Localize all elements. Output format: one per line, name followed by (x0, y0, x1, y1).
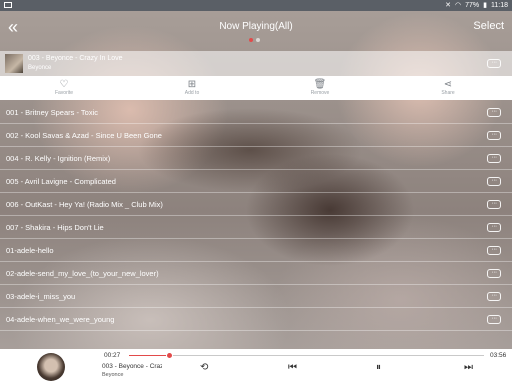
more-options-icon[interactable]: ··· (487, 108, 501, 117)
add-to-label: Add to (184, 90, 200, 96)
share-button[interactable]: ⋖ Share (384, 76, 512, 100)
page-title: Now Playing(All) (219, 21, 293, 32)
current-track-artist: Beyonce (28, 65, 52, 71)
more-options-icon[interactable]: ··· (487, 292, 501, 301)
track-label: 04-adele-when_we_were_young (6, 315, 115, 324)
track-label: 002 - Kool Savas & Azad - Since U Been G… (6, 131, 162, 140)
more-options-icon[interactable]: ··· (487, 315, 501, 324)
current-track-title: 003 - Beyonce - Crazy In Love (28, 55, 123, 62)
mini-player: 00:27 03:56 003 - Beyonce - Crazy In Lov… (0, 349, 512, 384)
list-item[interactable]: 006 - OutKast - Hey Ya! (Radio Mix _ Clu… (0, 193, 512, 216)
more-options-icon[interactable]: ··· (487, 59, 501, 68)
seek-progress (129, 355, 170, 356)
more-options-icon[interactable]: ··· (487, 154, 501, 163)
more-options-icon[interactable]: ··· (487, 269, 501, 278)
next-icon[interactable]: ⏭ (464, 362, 473, 373)
battery-percent: 77% (465, 1, 480, 9)
mute-icon: ✕ (445, 2, 452, 9)
album-thumbnail (5, 54, 23, 73)
track-label: 006 - OutKast - Hey Ya! (Radio Mix _ Clu… (6, 200, 163, 209)
track-label: 01-adele-hello (6, 246, 54, 255)
status-bar: ✕ ◠ 77% ▮ 11:18 (0, 0, 512, 11)
more-options-icon[interactable]: ··· (487, 246, 501, 255)
seek-bar[interactable] (129, 352, 484, 359)
list-item[interactable]: 01-adele-hello ··· (0, 239, 512, 262)
list-item[interactable]: 007 - Shakira - Hips Don't Lie ··· (0, 216, 512, 239)
page-indicator (249, 38, 260, 42)
more-options-icon[interactable]: ··· (487, 223, 501, 232)
clock: 11:18 (491, 1, 508, 9)
album-cover[interactable] (37, 353, 65, 381)
wifi-icon: ◠ (455, 2, 462, 9)
page-dot (256, 38, 260, 42)
pause-icon[interactable]: ⏸ (376, 362, 381, 373)
heart-icon: ♡ (59, 79, 69, 90)
add-to-button[interactable]: ⊞ Add to (128, 76, 256, 100)
list-item[interactable]: 04-adele-when_we_were_young ··· (0, 308, 512, 331)
list-item[interactable]: 02-adele-send_my_love_(to_your_new_lover… (0, 262, 512, 285)
track-label: 007 - Shakira - Hips Don't Lie (6, 223, 104, 232)
page-dot-active (249, 38, 253, 42)
remove-label: Remove (310, 90, 330, 96)
playlist: 001 - Britney Spears - Toxic ··· 002 - Ko… (0, 101, 512, 331)
more-options-icon[interactable]: ··· (487, 200, 501, 209)
total-time: 03:56 (490, 352, 507, 359)
favorite-button[interactable]: ♡ Favorite (0, 76, 128, 100)
list-item[interactable]: 004 - R. Kelly - Ignition (Remix) ··· (0, 147, 512, 170)
track-actions-bar: ♡ Favorite ⊞ Add to 🗑 Remove ⋖ Share (0, 76, 512, 100)
share-label: Share (441, 90, 455, 96)
track-label: 005 - Avril Lavigne - Complicated (6, 177, 116, 186)
track-label: 03-adele-i_miss_you (6, 292, 76, 301)
current-track-row[interactable]: 003 - Beyonce - Crazy In Love Beyonce ··… (0, 51, 512, 76)
previous-icon[interactable]: ⏮ (288, 362, 297, 373)
screenshot-icon (4, 2, 12, 8)
seek-handle[interactable] (165, 352, 173, 359)
list-item[interactable]: 002 - Kool Savas & Azad - Since U Been G… (0, 124, 512, 147)
plus-box-icon: ⊞ (187, 79, 197, 90)
track-label: 02-adele-send_my_love_(to_your_new_lover… (6, 269, 159, 278)
more-options-icon[interactable]: ··· (487, 131, 501, 140)
share-icon: ⋖ (443, 79, 453, 90)
player-artist: Beyonce (102, 372, 124, 378)
list-item[interactable]: 005 - Avril Lavigne - Complicated ··· (0, 170, 512, 193)
player-song-title: 003 - Beyonce - Crazy In Love (102, 363, 162, 370)
remove-button[interactable]: 🗑 Remove (256, 76, 384, 100)
elapsed-time: 00:27 (104, 352, 121, 359)
track-label: 004 - R. Kelly - Ignition (Remix) (6, 154, 111, 163)
list-item[interactable]: 03-adele-i_miss_you ··· (0, 285, 512, 308)
battery-icon: ▮ (483, 2, 487, 9)
repeat-icon[interactable]: ⟲ (200, 362, 208, 373)
track-label: 001 - Britney Spears - Toxic (6, 108, 98, 117)
trash-icon: 🗑 (313, 79, 327, 90)
more-options-icon[interactable]: ··· (487, 177, 501, 186)
favorite-label: Favorite (54, 90, 74, 96)
list-item[interactable]: 001 - Britney Spears - Toxic ··· (0, 101, 512, 124)
select-button[interactable]: Select (473, 20, 504, 32)
top-bar: « Now Playing(All) Select (0, 11, 512, 50)
